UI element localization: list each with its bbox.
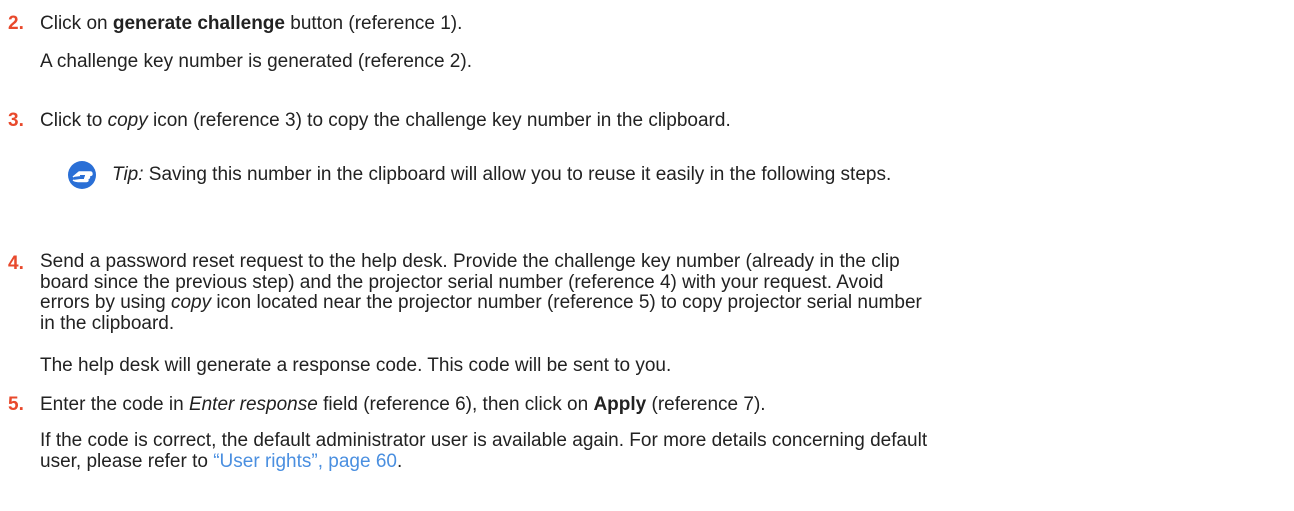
step-4-note: The help desk will generate a response c…	[40, 355, 672, 376]
copy-term: copy	[170, 292, 212, 313]
step-4-instruction: Send a password reset request to the hel…	[40, 251, 922, 334]
step-number: 2.	[8, 13, 24, 34]
step-number: 3.	[8, 110, 24, 131]
step-number: 5.	[8, 394, 24, 415]
step-number: 4.	[8, 253, 24, 274]
step-5-instruction: Enter the code in Enter response field (…	[40, 394, 766, 415]
pointing-hand-icon	[68, 161, 96, 189]
step-2-result: A challenge key number is generated (ref…	[40, 51, 472, 72]
copy-term: copy	[107, 110, 148, 131]
tip-label: Tip:	[112, 164, 144, 185]
user-rights-link[interactable]: “User rights”, page 60	[213, 451, 397, 472]
step-2-instruction: Click on generate challenge button (refe…	[40, 13, 463, 34]
generate-challenge-term: generate challenge	[112, 13, 285, 34]
enter-response-term: Enter response	[188, 394, 318, 415]
step-3-instruction: Click to copy icon (reference 3) to copy…	[40, 110, 731, 131]
tip-text: Tip: Saving this number in the clipboard…	[112, 164, 892, 185]
apply-term: Apply	[593, 394, 647, 415]
step-5-result: If the code is correct, the default admi…	[40, 430, 928, 472]
